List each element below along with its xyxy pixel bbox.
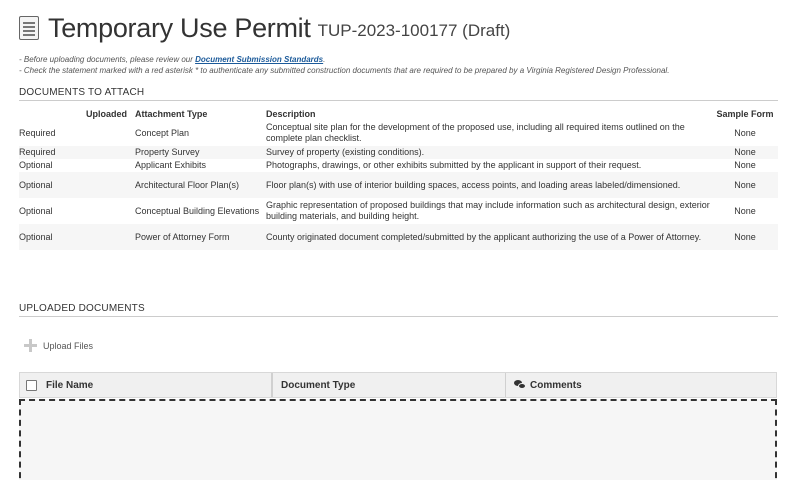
attachment-row: Required Property Survey Survey of propert… (19, 146, 778, 159)
attachment-row: Optional Architectural Floor Plan(s) Floor… (19, 172, 778, 198)
uploaded-cell (79, 159, 135, 172)
attachment-type-cell: Conceptual Building Elevations (135, 198, 266, 224)
sample-form-cell: None (712, 120, 778, 146)
requirement-cell: Optional (19, 172, 79, 198)
description-cell: Conceptual site plan for the development… (266, 120, 712, 146)
col-comments[interactable]: Comments (506, 373, 776, 397)
chat-bubbles-icon (514, 380, 526, 390)
uploaded-documents-heading: UPLOADED DOCUMENTS (19, 303, 778, 317)
sample-form-cell: None (712, 146, 778, 159)
uploaded-cell (79, 198, 135, 224)
sample-form-cell: None (712, 198, 778, 224)
description-cell: Survey of property (existing conditions)… (266, 146, 712, 159)
instruction-punct: . (323, 55, 326, 64)
page-title: Temporary Use Permit (48, 12, 311, 43)
col-file-name[interactable]: File Name (42, 373, 272, 397)
attachment-type-cell: Architectural Floor Plan(s) (135, 172, 266, 198)
col-comments-label: Comments (530, 379, 582, 391)
requirement-cell: Optional (19, 159, 79, 172)
description-cell: Photographs, drawings, or other exhibits… (266, 159, 712, 172)
instruction-text: - Before uploading documents, please rev… (19, 55, 196, 64)
instruction-line-2: - Check the statement marked with a red … (19, 66, 670, 75)
requirement-cell: Optional (19, 198, 79, 224)
uploaded-cell (79, 146, 135, 159)
instruction-line-1: - Before uploading documents, please rev… (19, 54, 669, 65)
requirement-cell: Optional (19, 224, 79, 250)
upload-files-button[interactable]: Upload Files (24, 339, 93, 352)
instructions: - Before uploading documents, please rev… (19, 54, 669, 76)
col-uploaded: Uploaded (85, 109, 127, 119)
upload-files-label: Upload Files (43, 340, 94, 351)
col-requirement (19, 106, 79, 120)
sample-form-cell: None (712, 159, 778, 172)
select-all-checkbox[interactable] (25, 379, 37, 391)
uploaded-cell (79, 224, 135, 250)
col-attachment-type: Attachment Type (135, 109, 208, 119)
uploaded-cell (79, 120, 135, 146)
attachment-type-cell: Concept Plan (135, 120, 266, 146)
document-icon (19, 16, 39, 40)
attachment-row: Optional Power of Attorney Form County ori… (19, 224, 778, 250)
attachment-type-cell: Applicant Exhibits (135, 159, 266, 172)
select-all-cell (20, 373, 42, 397)
attachments-table: Uploaded Attachment Type Description Sam… (19, 106, 778, 250)
requirement-cell: Required (19, 120, 79, 146)
uploaded-documents-grid-header: File Name Document Type Comments (19, 372, 777, 398)
documents-to-attach-heading: DOCUMENTS TO ATTACH (19, 87, 778, 101)
record-id: TUP-2023-100177 (Draft) (317, 21, 511, 40)
attachment-row: Required Concept Plan Conceptual site plan… (19, 120, 778, 146)
page-header: Temporary Use Permit TUP-2023-100177 (Dr… (19, 12, 510, 44)
sample-form-cell: None (712, 224, 778, 250)
description-cell: Graphic representation of proposed build… (266, 198, 712, 224)
attachment-row: Optional Conceptual Building Elevations Gr… (19, 198, 778, 224)
col-sample-form: Sample Form (716, 109, 774, 119)
file-drop-zone[interactable] (19, 399, 777, 480)
col-document-type-label: Document Type (281, 379, 356, 391)
description-cell: Floor plan(s) with use of interior build… (266, 172, 712, 198)
col-file-name-label: File Name (46, 379, 94, 391)
col-description: Description (266, 109, 316, 119)
plus-icon (24, 339, 37, 352)
attachment-type-cell: Power of Attorney Form (135, 224, 266, 250)
attachments-header-row: Uploaded Attachment Type Description Sam… (19, 106, 778, 120)
document-standards-link[interactable]: Document Submission Standards (195, 55, 323, 64)
sample-form-cell: None (712, 172, 778, 198)
attachment-type-cell: Property Survey (135, 146, 266, 159)
requirement-cell: Required (19, 146, 79, 159)
attachment-row: Optional Applicant Exhibits Photographs, d… (19, 159, 778, 172)
uploaded-cell (79, 172, 135, 198)
col-document-type[interactable]: Document Type (272, 373, 506, 397)
description-cell: County originated document completed/sub… (266, 224, 712, 250)
